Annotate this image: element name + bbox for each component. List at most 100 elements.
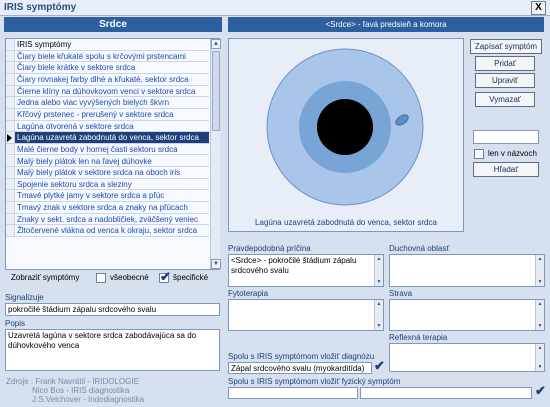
only-names-checkbox[interactable] xyxy=(474,149,484,159)
only-names-label: len v názvoch xyxy=(488,149,537,158)
list-item[interactable]: Křčový prstenec - prerušený v sektore sr… xyxy=(6,108,209,121)
iris-drawing xyxy=(266,48,424,206)
list-item[interactable]: Jedna alebo viac vyvýšených bielych škvr… xyxy=(6,97,209,109)
list-item-label: Malý biely plátok len na ľavej dúhovke xyxy=(17,156,152,166)
symptom-list[interactable]: IRIS symptómy Čiary biele křukaté spolu s… xyxy=(5,38,221,270)
row-indicator xyxy=(6,178,15,190)
row-indicator xyxy=(6,155,15,167)
insert-diagnosis-checkmark-icon[interactable]: ✔ xyxy=(374,358,385,374)
arrow-down-icon[interactable]: ▼ xyxy=(536,322,544,330)
cause-field[interactable]: <Srdce> - pokročilé štádium zápalu srdco… xyxy=(228,254,384,287)
reflex-field[interactable]: ▲ ▼ xyxy=(389,343,545,372)
list-item-label: Tmavé plytké jamy v sektore srdca a pľúc xyxy=(17,191,165,201)
pupil xyxy=(317,99,373,155)
cause-label: Pravdepodobná príčina xyxy=(228,244,311,253)
list-item[interactable]: Čiary biele krátke v sektore srdca xyxy=(6,62,209,74)
window-title: IRIS symptómy xyxy=(4,2,77,13)
popis-field[interactable]: Uzavretá lagúna v sektore srdca zabodáva… xyxy=(5,329,220,371)
spiritual-value xyxy=(390,254,394,265)
close-button[interactable]: X xyxy=(531,1,546,15)
list-item[interactable]: Lagúna uzavretá zabodnutá do venca, sekt… xyxy=(6,132,209,144)
list-item[interactable]: Malý biely plátok len na ľavej dúhovke xyxy=(6,155,209,168)
physical-value-right xyxy=(361,387,365,398)
arrow-up-icon[interactable]: ▲ xyxy=(536,255,544,263)
list-item[interactable]: Malý biely plátok v sektore srdca na obo… xyxy=(6,167,209,179)
list-item-label: Malý biely plátok v sektore srdca na obo… xyxy=(17,168,181,178)
list-item[interactable]: Tmavý znak v sektore srdca a znaky na pľ… xyxy=(6,202,209,214)
list-item[interactable]: Čiary rovnakej farby dlhé a křukaté, sek… xyxy=(6,73,209,86)
list-item-label: Čierne klíny na dúhovkovom venci v sekto… xyxy=(17,86,196,96)
current-row-icon xyxy=(7,134,12,143)
source-line: Zdroje : Frank Navrátil - IRIDOLOGIE xyxy=(6,377,139,386)
edit-button[interactable]: Upraviť xyxy=(475,73,535,88)
arrow-down-icon[interactable]: ▼ xyxy=(375,322,383,330)
phyto-scrollbar[interactable]: ▲ ▼ xyxy=(374,300,383,330)
show-symptoms-label: Zobraziť symptómy xyxy=(11,273,80,282)
list-item-label: Lagúna uzavretá zabodnutá do venca, sekt… xyxy=(17,133,199,143)
save-symptom-button[interactable]: Zapísať symptóm xyxy=(470,39,542,54)
sources: Zdroje : Frank Navrátil - IRIDOLOGIE Nic… xyxy=(6,377,144,404)
specific-checkbox[interactable]: ✔ xyxy=(159,269,171,284)
search-value xyxy=(474,130,478,141)
row-indicator xyxy=(6,132,15,143)
arrow-down-icon[interactable]: ▼ xyxy=(536,363,544,371)
spiritual-scrollbar[interactable]: ▲ ▼ xyxy=(535,255,544,286)
list-item[interactable]: Tmavé plytké jamy v sektore srdca a pľúc xyxy=(6,190,209,203)
reflex-scrollbar[interactable]: ▲ ▼ xyxy=(535,344,544,371)
row-indicator xyxy=(6,190,15,202)
signalizuje-field[interactable]: pokročilé štádium zápalu srdcového svalu xyxy=(5,303,220,316)
arrow-up-icon[interactable]: ▲ xyxy=(536,300,544,308)
popis-label: Popis xyxy=(5,319,26,328)
iris-sector-header: <Srdce> - ľavá predsieň a komora xyxy=(228,17,544,32)
general-checkbox[interactable] xyxy=(96,273,106,283)
organ-header: Srdce xyxy=(4,17,222,32)
row-indicator xyxy=(6,213,15,225)
arrow-down-icon[interactable]: ▼ xyxy=(536,278,544,286)
insert-physical-checkmark-icon[interactable]: ✔ xyxy=(535,383,546,399)
arrow-up-icon[interactable]: ▲ xyxy=(375,300,383,308)
popis-value: Uzavretá lagúna v sektore srdca zabodáva… xyxy=(8,331,197,350)
list-item[interactable]: Čiary biele křukaté spolu s krčovými prs… xyxy=(6,50,209,63)
delete-button[interactable]: Vymazať xyxy=(475,92,535,107)
diagnosis-value: Zápal srdcového svalu (myokarditída) xyxy=(231,364,365,373)
add-button[interactable]: Pridať xyxy=(475,56,535,71)
cause-scrollbar[interactable]: ▲ ▼ xyxy=(374,255,383,286)
list-item-label: Lagúna otvorená v sektore srdca xyxy=(17,121,134,131)
list-item-label: Znaky v sekt. srdca a nadobličiek, zväčš… xyxy=(17,214,198,224)
arrow-up-icon[interactable]: ▲ xyxy=(536,344,544,352)
spiritual-field[interactable]: ▲ ▼ xyxy=(389,254,545,287)
diagnosis-field[interactable]: Zápal srdcového svalu (myokarditída) xyxy=(228,362,372,374)
arrow-down-icon[interactable]: ▼ xyxy=(375,278,383,286)
cause-value: <Srdce> - pokročilé štádium zápalu srdco… xyxy=(231,256,357,275)
phyto-field[interactable]: ▲ ▼ xyxy=(228,299,384,331)
arrow-up-icon[interactable]: ▲ xyxy=(375,255,383,263)
list-item-label: Čiary biele krátke v sektore srdca xyxy=(17,63,136,73)
list-item-label: Spojenie sektoru srdca a sleziny xyxy=(17,179,132,189)
list-item[interactable]: Žltočervené vlákna od venca k okraju, se… xyxy=(6,225,209,238)
row-indicator xyxy=(6,50,15,62)
diet-scrollbar[interactable]: ▲ ▼ xyxy=(535,300,544,330)
iris-caption: Lagúna uzavretá zabodnutá do venca, sekt… xyxy=(255,218,437,227)
row-indicator xyxy=(6,120,15,132)
physical-field-right[interactable] xyxy=(360,387,532,399)
scroll-down-button[interactable]: ▼ xyxy=(211,259,221,269)
list-item[interactable]: Malé čierne body v hornej časti sektoru … xyxy=(6,143,209,156)
row-indicator xyxy=(6,97,15,108)
reflex-value xyxy=(390,343,394,354)
list-item[interactable]: Znaky v sekt. srdca a nadobličiek, zväčš… xyxy=(6,213,209,226)
search-button[interactable]: Hľadať xyxy=(473,162,539,177)
list-item[interactable]: Čierne klíny na dúhovkovom venci v sekto… xyxy=(6,85,209,98)
diet-field[interactable]: ▲ ▼ xyxy=(389,299,545,331)
list-scrollbar[interactable]: ▲ ▼ xyxy=(210,39,221,269)
title-bar: IRIS symptómy xyxy=(0,0,550,16)
scroll-thumb[interactable] xyxy=(212,51,220,131)
diagnosis-label: Spolu s IRIS symptómom vložiť diagnózu xyxy=(228,352,375,361)
search-input[interactable] xyxy=(473,130,539,144)
list-item[interactable]: Spojenie sektoru srdca a sleziny xyxy=(6,178,209,191)
scroll-up-button[interactable]: ▲ xyxy=(211,39,221,49)
diet-value xyxy=(390,299,394,310)
list-item[interactable]: Lagúna otvorená v sektore srdca xyxy=(6,120,209,133)
row-indicator xyxy=(6,73,15,85)
signalizuje-value: pokročilé štádium zápalu srdcového svalu xyxy=(8,305,157,314)
physical-field-left[interactable] xyxy=(228,387,358,399)
